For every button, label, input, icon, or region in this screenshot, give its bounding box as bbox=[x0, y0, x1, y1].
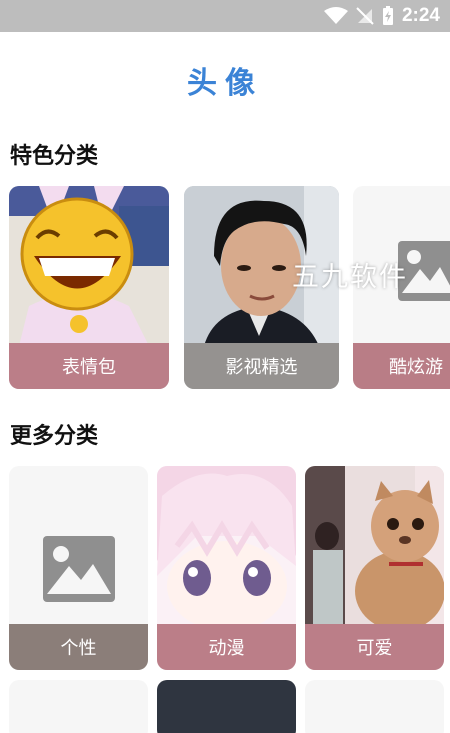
card-label: 影视精选 bbox=[184, 343, 339, 389]
card-label: 可爱 bbox=[305, 624, 444, 670]
category-card-next-row[interactable] bbox=[9, 680, 148, 733]
battery-charging-icon bbox=[382, 6, 393, 25]
category-card-next-row[interactable] bbox=[305, 680, 444, 733]
cat-costume-thumbnail bbox=[305, 466, 444, 624]
wifi-icon bbox=[323, 7, 348, 24]
card-label: 动漫 bbox=[157, 624, 296, 670]
card-label: 个性 bbox=[9, 624, 148, 670]
card-label: 酷炫游 bbox=[353, 343, 450, 389]
page-title: 头像 bbox=[187, 66, 263, 101]
featured-heading: 特色分类 bbox=[10, 144, 99, 169]
status-bar: 2:24 bbox=[0, 0, 450, 32]
category-card-cute[interactable]: 可爱 bbox=[305, 466, 444, 670]
card-label: 表情包 bbox=[9, 343, 169, 389]
watermark-text: 五九软件 bbox=[292, 262, 408, 293]
placeholder-image-icon bbox=[43, 536, 115, 602]
category-card-next-row[interactable] bbox=[157, 680, 296, 733]
more-heading: 更多分类 bbox=[10, 424, 99, 449]
category-card-personality[interactable]: 个性 bbox=[9, 466, 148, 670]
status-icons: 2:24 bbox=[323, 4, 440, 28]
status-time: 2:24 bbox=[401, 5, 440, 26]
anime-girl-thumbnail bbox=[157, 466, 296, 624]
emoji-thumbnail bbox=[9, 186, 169, 346]
category-card-anime[interactable]: 动漫 bbox=[157, 466, 296, 670]
signal-off-icon bbox=[356, 7, 374, 25]
category-card-emoji[interactable]: 表情包 bbox=[9, 186, 169, 389]
